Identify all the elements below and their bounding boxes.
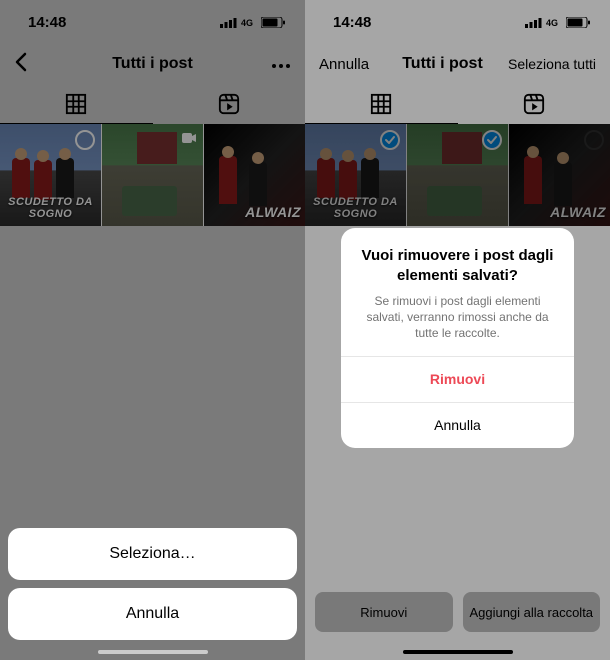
back-button[interactable] (14, 52, 74, 76)
cancel-button[interactable]: Annulla (8, 588, 297, 640)
home-indicator[interactable] (98, 650, 208, 654)
post-caption: SCUDETTO DA SOGNO (0, 196, 101, 220)
post-cell[interactable] (102, 124, 204, 226)
nav-header: Tutti i post (0, 44, 305, 84)
reels-icon (218, 93, 240, 115)
video-icon (181, 130, 197, 151)
select-checkbox[interactable] (75, 130, 95, 150)
grid-icon (65, 93, 87, 115)
dialog-message: Se rimuovi i post dagli elementi salvati… (359, 293, 556, 342)
svg-text:4G: 4G (241, 18, 253, 28)
post-cell[interactable]: ALWAIZ (204, 124, 305, 226)
dialog-remove-button[interactable]: Rimuovi (341, 356, 574, 402)
status-bar: 14:48 4G (0, 0, 305, 44)
tab-grid[interactable] (0, 84, 153, 124)
dialog-cancel-button[interactable]: Annulla (341, 402, 574, 448)
signal-icon (220, 17, 237, 28)
post-grid: SCUDETTO DA SOGNO ALWAIZ (0, 124, 305, 226)
action-sheet: Seleziona… Annulla (8, 528, 297, 648)
status-time: 14:48 (28, 14, 66, 31)
screen-left: 14:48 4G Tutti i post SCUDETTO DA SOGNO (0, 0, 305, 660)
more-button[interactable] (231, 56, 291, 73)
select-button[interactable]: Seleziona… (8, 528, 297, 580)
tab-reels[interactable] (153, 84, 306, 124)
battery-icon (261, 17, 285, 28)
tabs (0, 84, 305, 124)
page-title: Tutti i post (112, 55, 193, 73)
dialog-title: Vuoi rimuovere i post dagli elementi sal… (359, 246, 556, 285)
network-4g-icon: 4G (241, 17, 257, 28)
confirm-dialog: Vuoi rimuovere i post dagli elementi sal… (341, 228, 574, 448)
post-cell[interactable]: SCUDETTO DA SOGNO (0, 124, 102, 226)
ellipsis-icon (271, 63, 291, 69)
status-icons: 4G (220, 17, 285, 28)
chevron-left-icon (14, 52, 28, 72)
screen-right: 14:48 4G Annulla Tutti i post Seleziona … (305, 0, 610, 660)
post-caption: ALWAIZ (204, 204, 305, 220)
